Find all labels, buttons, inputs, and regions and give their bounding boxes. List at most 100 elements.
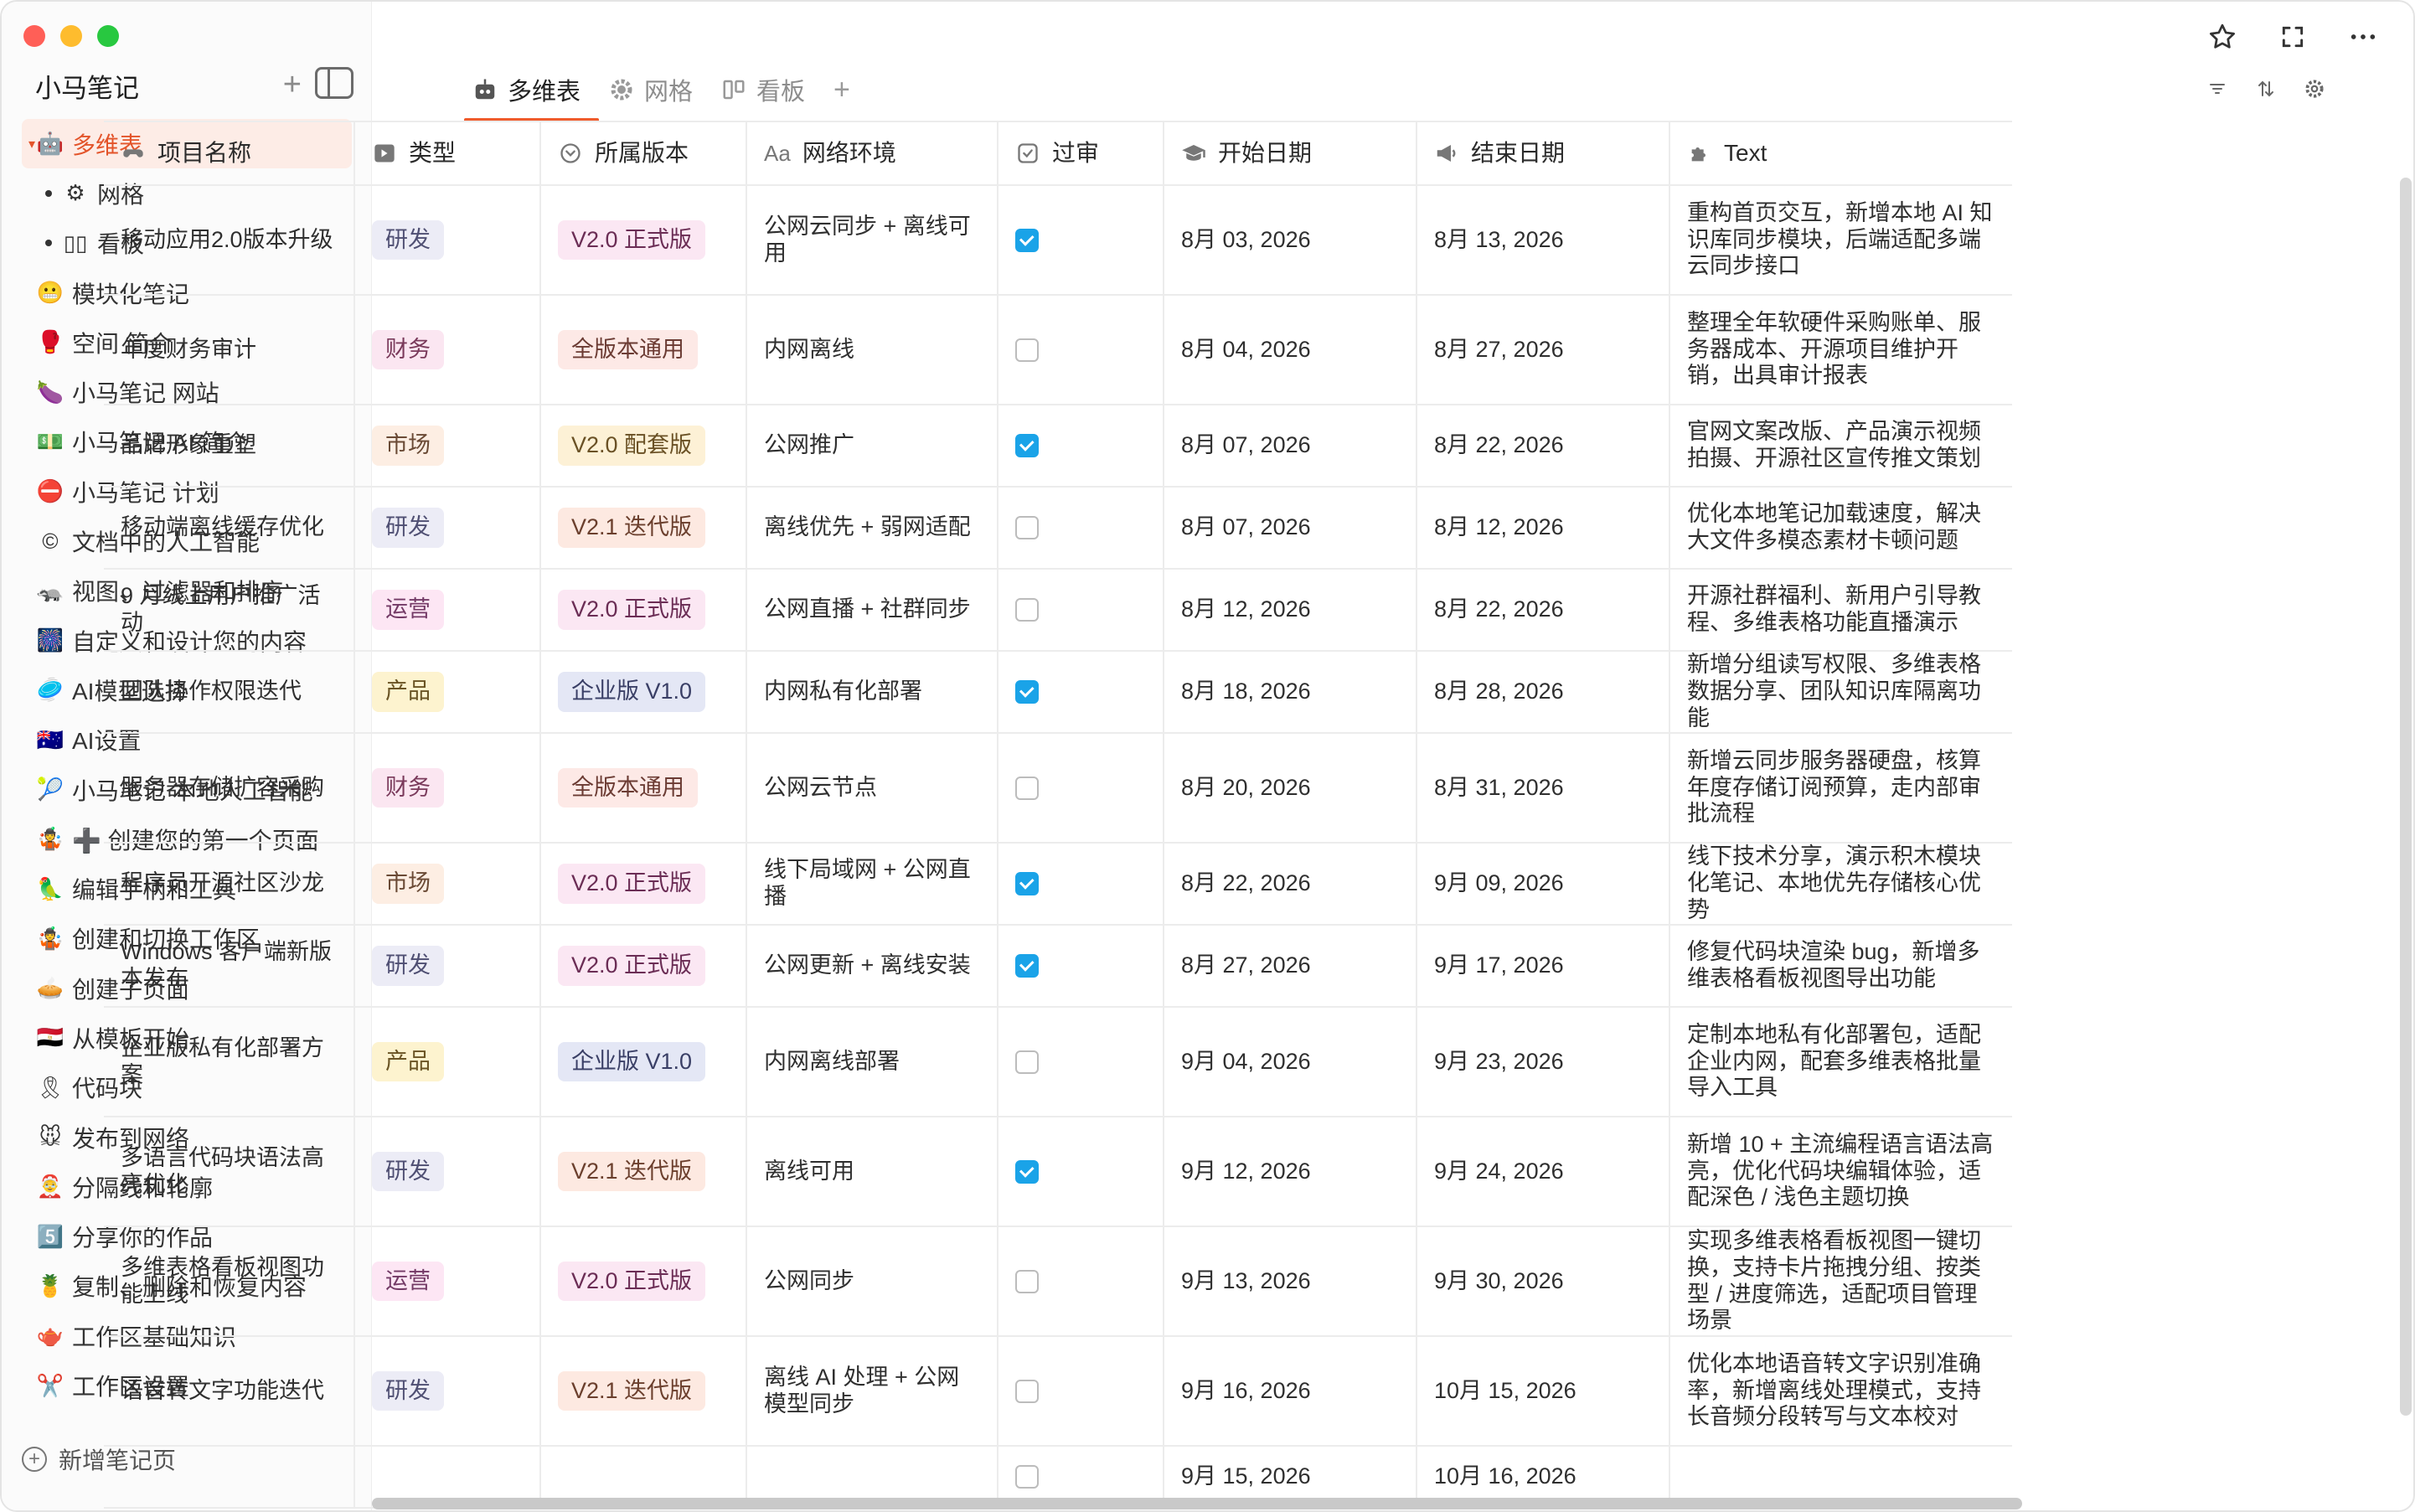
cell-text[interactable]: 修复代码块渲染 bug，新增多维表格看板视图导出功能: [1670, 926, 2012, 1006]
cell-approved[interactable]: [999, 734, 1164, 842]
cell-approved[interactable]: [999, 296, 1164, 404]
table-row[interactable]: 程序员开源社区沙龙 市场 V2.0 正式版 线下局域网 + 公网直播 8月 22, 20…: [104, 844, 2012, 926]
cell-network[interactable]: 离线可用: [747, 1117, 999, 1226]
cell-text[interactable]: 优化本地笔记加载速度，解决大文件多模态素材卡顿问题: [1670, 488, 2012, 568]
cell-version[interactable]: V2.0 正式版: [541, 186, 747, 294]
expand-caret-icon[interactable]: ▾: [28, 136, 35, 152]
cell-start-date[interactable]: 8月 20, 2026: [1164, 734, 1417, 842]
cell-approved[interactable]: [999, 1117, 1164, 1226]
table-row[interactable]: 移动应用2.0版本升级 研发 V2.0 正式版 公网云同步 + 离线可用 8月 03, …: [104, 186, 2012, 296]
close-window-button[interactable]: [23, 25, 45, 47]
cell-end-date[interactable]: 8月 13, 2026: [1417, 186, 1670, 294]
cell-text[interactable]: 新增分组读写权限、多维表格数据分享、团队知识库隔离功能: [1670, 652, 2012, 732]
cell-start-date[interactable]: 8月 07, 2026: [1164, 405, 1417, 486]
cell-type[interactable]: 研发: [355, 926, 541, 1006]
cell-network[interactable]: 离线 AI 处理 + 公网模型同步: [747, 1337, 999, 1445]
add-view-button[interactable]: +: [833, 74, 850, 106]
cell-version[interactable]: 全版本通用: [541, 734, 747, 842]
cell-type[interactable]: 运营: [355, 570, 541, 650]
cell-end-date[interactable]: 9月 17, 2026: [1417, 926, 1670, 1006]
cell-type[interactable]: 运营: [355, 1227, 541, 1335]
cell-name[interactable]: 多维表格看板视图功能上线: [104, 1227, 355, 1335]
cell-name[interactable]: 团队协作权限迭代: [104, 652, 355, 732]
table-row[interactable]: 年度财务审计 财务 全版本通用 内网离线 8月 04, 2026 8月 27, 2026 整…: [104, 296, 2012, 405]
cell-version[interactable]: V2.0 正式版: [541, 1227, 747, 1335]
cell-approved[interactable]: [999, 926, 1164, 1006]
cell-type[interactable]: 市场: [355, 405, 541, 486]
cell-start-date[interactable]: 8月 03, 2026: [1164, 186, 1417, 294]
type-tag[interactable]: 产品: [372, 1041, 444, 1082]
cell-end-date[interactable]: 8月 31, 2026: [1417, 734, 1670, 842]
vertical-scrollbar[interactable]: [2400, 178, 2412, 1416]
cell-name[interactable]: [104, 1447, 355, 1507]
version-tag[interactable]: V2.0 正式版: [558, 1261, 706, 1302]
column-header-network[interactable]: Aa 网络环境: [747, 122, 999, 184]
cell-network[interactable]: 公网推广: [747, 405, 999, 486]
approved-checkbox[interactable]: [1015, 776, 1039, 800]
workspace-title[interactable]: 小马笔记: [35, 67, 139, 105]
settings-icon[interactable]: [2303, 77, 2326, 101]
cell-start-date[interactable]: 9月 16, 2026: [1164, 1337, 1417, 1445]
cell-network[interactable]: 公网云同步 + 离线可用: [747, 186, 999, 294]
type-tag[interactable]: 市场: [372, 864, 444, 904]
cell-name[interactable]: 移动应用2.0版本升级: [104, 186, 355, 294]
column-header-type[interactable]: 类型: [355, 122, 541, 184]
cell-name[interactable]: 企业版私有化部署方案: [104, 1008, 355, 1116]
cell-end-date[interactable]: 8月 22, 2026: [1417, 570, 1670, 650]
cell-start-date[interactable]: 8月 22, 2026: [1164, 844, 1417, 924]
cell-name[interactable]: 多语言代码块语法高亮优化: [104, 1117, 355, 1226]
approved-checkbox[interactable]: [1015, 1379, 1039, 1403]
table-row[interactable]: 多语言代码块语法高亮优化 研发 V2.1 迭代版 离线可用 9月 12, 2026 9月 …: [104, 1117, 2012, 1227]
minimize-window-button[interactable]: [60, 25, 82, 47]
cell-network[interactable]: 内网私有化部署: [747, 652, 999, 732]
column-header-start-date[interactable]: 开始日期: [1164, 122, 1417, 184]
type-tag[interactable]: 运营: [372, 590, 444, 630]
cell-name[interactable]: 程序员开源社区沙龙: [104, 844, 355, 924]
cell-name[interactable]: Windows 客户端新版本发布: [104, 926, 355, 1006]
cell-type[interactable]: 产品: [355, 652, 541, 732]
cell-approved[interactable]: [999, 1008, 1164, 1116]
approved-checkbox[interactable]: [1015, 434, 1039, 457]
version-tag[interactable]: V2.1 迭代版: [558, 1370, 706, 1411]
type-tag[interactable]: 研发: [372, 508, 444, 548]
approved-checkbox[interactable]: [1015, 954, 1039, 978]
cell-version[interactable]: V2.0 正式版: [541, 926, 747, 1006]
cell-text[interactable]: 优化本地语音转文字识别准确率，新增离线处理模式，支持长音频分段转写与文本校对: [1670, 1337, 2012, 1445]
table-row[interactable]: Windows 客户端新版本发布 研发 V2.0 正式版 公网更新 + 离线安装 8月 …: [104, 926, 2012, 1008]
cell-approved[interactable]: [999, 1337, 1164, 1445]
cell-type[interactable]: 产品: [355, 1008, 541, 1116]
cell-approved[interactable]: [999, 186, 1164, 294]
approved-checkbox[interactable]: [1015, 1269, 1039, 1293]
approved-checkbox[interactable]: [1015, 680, 1039, 704]
cell-version[interactable]: V2.0 正式版: [541, 570, 747, 650]
table-row[interactable]: 9 月线上用户推广活动 运营 V2.0 正式版 公网直播 + 社群同步 8月 12, 2…: [104, 570, 2012, 652]
column-header-version[interactable]: 所属版本: [541, 122, 747, 184]
cell-text[interactable]: 线下技术分享，演示积木模块化笔记、本地优先存储核心优势: [1670, 844, 2012, 924]
cell-version[interactable]: 全版本通用: [541, 296, 747, 404]
cell-name[interactable]: 9 月线上用户推广活动: [104, 570, 355, 650]
cell-version[interactable]: V2.0 配套版: [541, 405, 747, 486]
approved-checkbox[interactable]: [1015, 228, 1039, 252]
cell-approved[interactable]: [999, 570, 1164, 650]
type-tag[interactable]: 财务: [372, 767, 444, 808]
approved-checkbox[interactable]: [1015, 598, 1039, 622]
cell-approved[interactable]: [999, 405, 1164, 486]
approved-checkbox[interactable]: [1015, 1465, 1039, 1489]
version-tag[interactable]: V2.0 正式版: [558, 864, 706, 904]
cell-text[interactable]: 实现多维表格看板视图一键切换，支持卡片拖拽分组、按类型 / 进度筛选，适配项目管…: [1670, 1227, 2012, 1335]
cell-text[interactable]: 整理全年软硬件采购账单、服务器成本、开源项目维护开销，出具审计报表: [1670, 296, 2012, 404]
tab-multidim-table[interactable]: 多维表: [463, 67, 600, 122]
cell-end-date[interactable]: 8月 22, 2026: [1417, 405, 1670, 486]
cell-network[interactable]: 内网离线部署: [747, 1008, 999, 1116]
cell-name[interactable]: 移动端离线缓存优化: [104, 488, 355, 568]
cell-version[interactable]: V2.1 迭代版: [541, 1337, 747, 1445]
cell-name[interactable]: 品牌形象重塑: [104, 405, 355, 486]
cell-version[interactable]: 企业版 V1.0: [541, 652, 747, 732]
cell-name[interactable]: 语音转文字功能迭代: [104, 1337, 355, 1445]
cell-network[interactable]: 公网直播 + 社群同步: [747, 570, 999, 650]
table-row[interactable]: 服务器存储扩容采购 财务 全版本通用 公网云节点 8月 20, 2026 8月 31, 2…: [104, 734, 2012, 844]
zoom-window-button[interactable]: [97, 25, 119, 47]
cell-start-date[interactable]: 8月 12, 2026: [1164, 570, 1417, 650]
horizontal-scrollbar[interactable]: [372, 1498, 2022, 1509]
version-tag[interactable]: V2.0 正式版: [558, 219, 706, 261]
